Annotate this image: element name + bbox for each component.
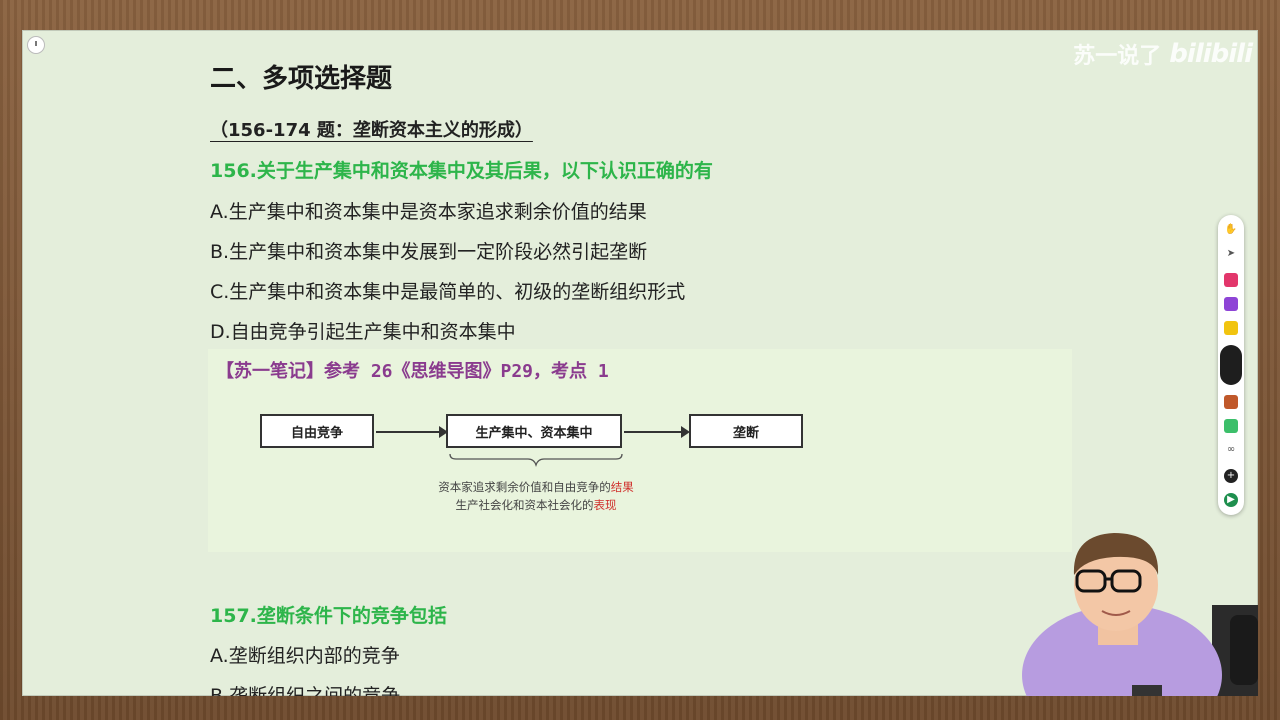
play-button-icon[interactable]: ▶ (1224, 493, 1238, 507)
hand-tool-icon[interactable]: ✋ (1224, 223, 1238, 237)
q156-option-c: C.生产集中和资本集中是最简单的、初级的垄断组织形式 (210, 281, 686, 303)
shape-tool-icon[interactable] (1224, 419, 1238, 433)
q156-option-b: B.生产集中和资本集中发展到一定阶段必然引起垄断 (210, 241, 648, 263)
whiteboard-slide: 苏一说了 bilibili 二、多项选择题 （156-174 题：垄断资本主义的… (22, 30, 1258, 696)
add-button-icon[interactable]: + (1224, 469, 1238, 483)
clock-icon[interactable] (28, 37, 44, 53)
question-157-title: 157.垄断条件下的竞争包括 (210, 605, 447, 627)
presenter-webcam (1022, 533, 1258, 696)
highlighter-icon[interactable] (1224, 321, 1238, 335)
pen-purple-icon[interactable] (1224, 297, 1238, 311)
section-title: 二、多项选择题 (210, 64, 393, 94)
note-panel: 【苏一笔记】参考 26《思维导图》P29，考点 1 自由竞争 生产集中、资本集中… (208, 349, 1072, 552)
q156-option-d: D.自由竞争引起生产集中和资本集中 (210, 321, 516, 343)
node-monopoly: 垄断 (689, 414, 803, 448)
eraser-icon[interactable] (1224, 395, 1238, 409)
pointer-tool-icon[interactable]: ➤ (1224, 247, 1238, 261)
bilibili-logo: bilibili (1169, 39, 1253, 69)
q157-option-b: B.垄断组织之间的竞争 (210, 685, 401, 696)
pen-red-icon[interactable] (1224, 273, 1238, 287)
question-156-title: 156.关于生产集中和资本集中及其后果，以下认识正确的有 (210, 160, 713, 182)
arrow-1 (376, 426, 448, 438)
q157-option-a: A.垄断组织内部的竞争 (210, 645, 400, 667)
question-range: （156-174 题：垄断资本主义的形成） (210, 120, 533, 141)
link-tool-icon[interactable]: ∞ (1224, 443, 1238, 457)
brace-icon (449, 453, 623, 468)
color-picker-button[interactable] (1220, 345, 1242, 385)
q156-option-a: A.生产集中和资本集中是资本家追求剩余价值的结果 (210, 201, 647, 223)
node-concentration: 生产集中、资本集中 (446, 414, 622, 448)
bilibili-watermark: 苏一说了 bilibili (1073, 38, 1253, 70)
annotation-toolbar: ✋ ➤ ∞ + ▶ (1218, 215, 1244, 515)
note-caption-1: 资本家追求剩余价值和自由竞争的结果 (438, 480, 634, 494)
arrow-2 (624, 426, 690, 438)
node-free-competition: 自由竞争 (260, 414, 374, 448)
note-title: 【苏一笔记】参考 26《思维导图》P29，考点 1 (216, 361, 609, 382)
watermark-author: 苏一说了 (1073, 44, 1162, 69)
note-caption-2: 生产社会化和资本社会化的表现 (455, 498, 617, 512)
